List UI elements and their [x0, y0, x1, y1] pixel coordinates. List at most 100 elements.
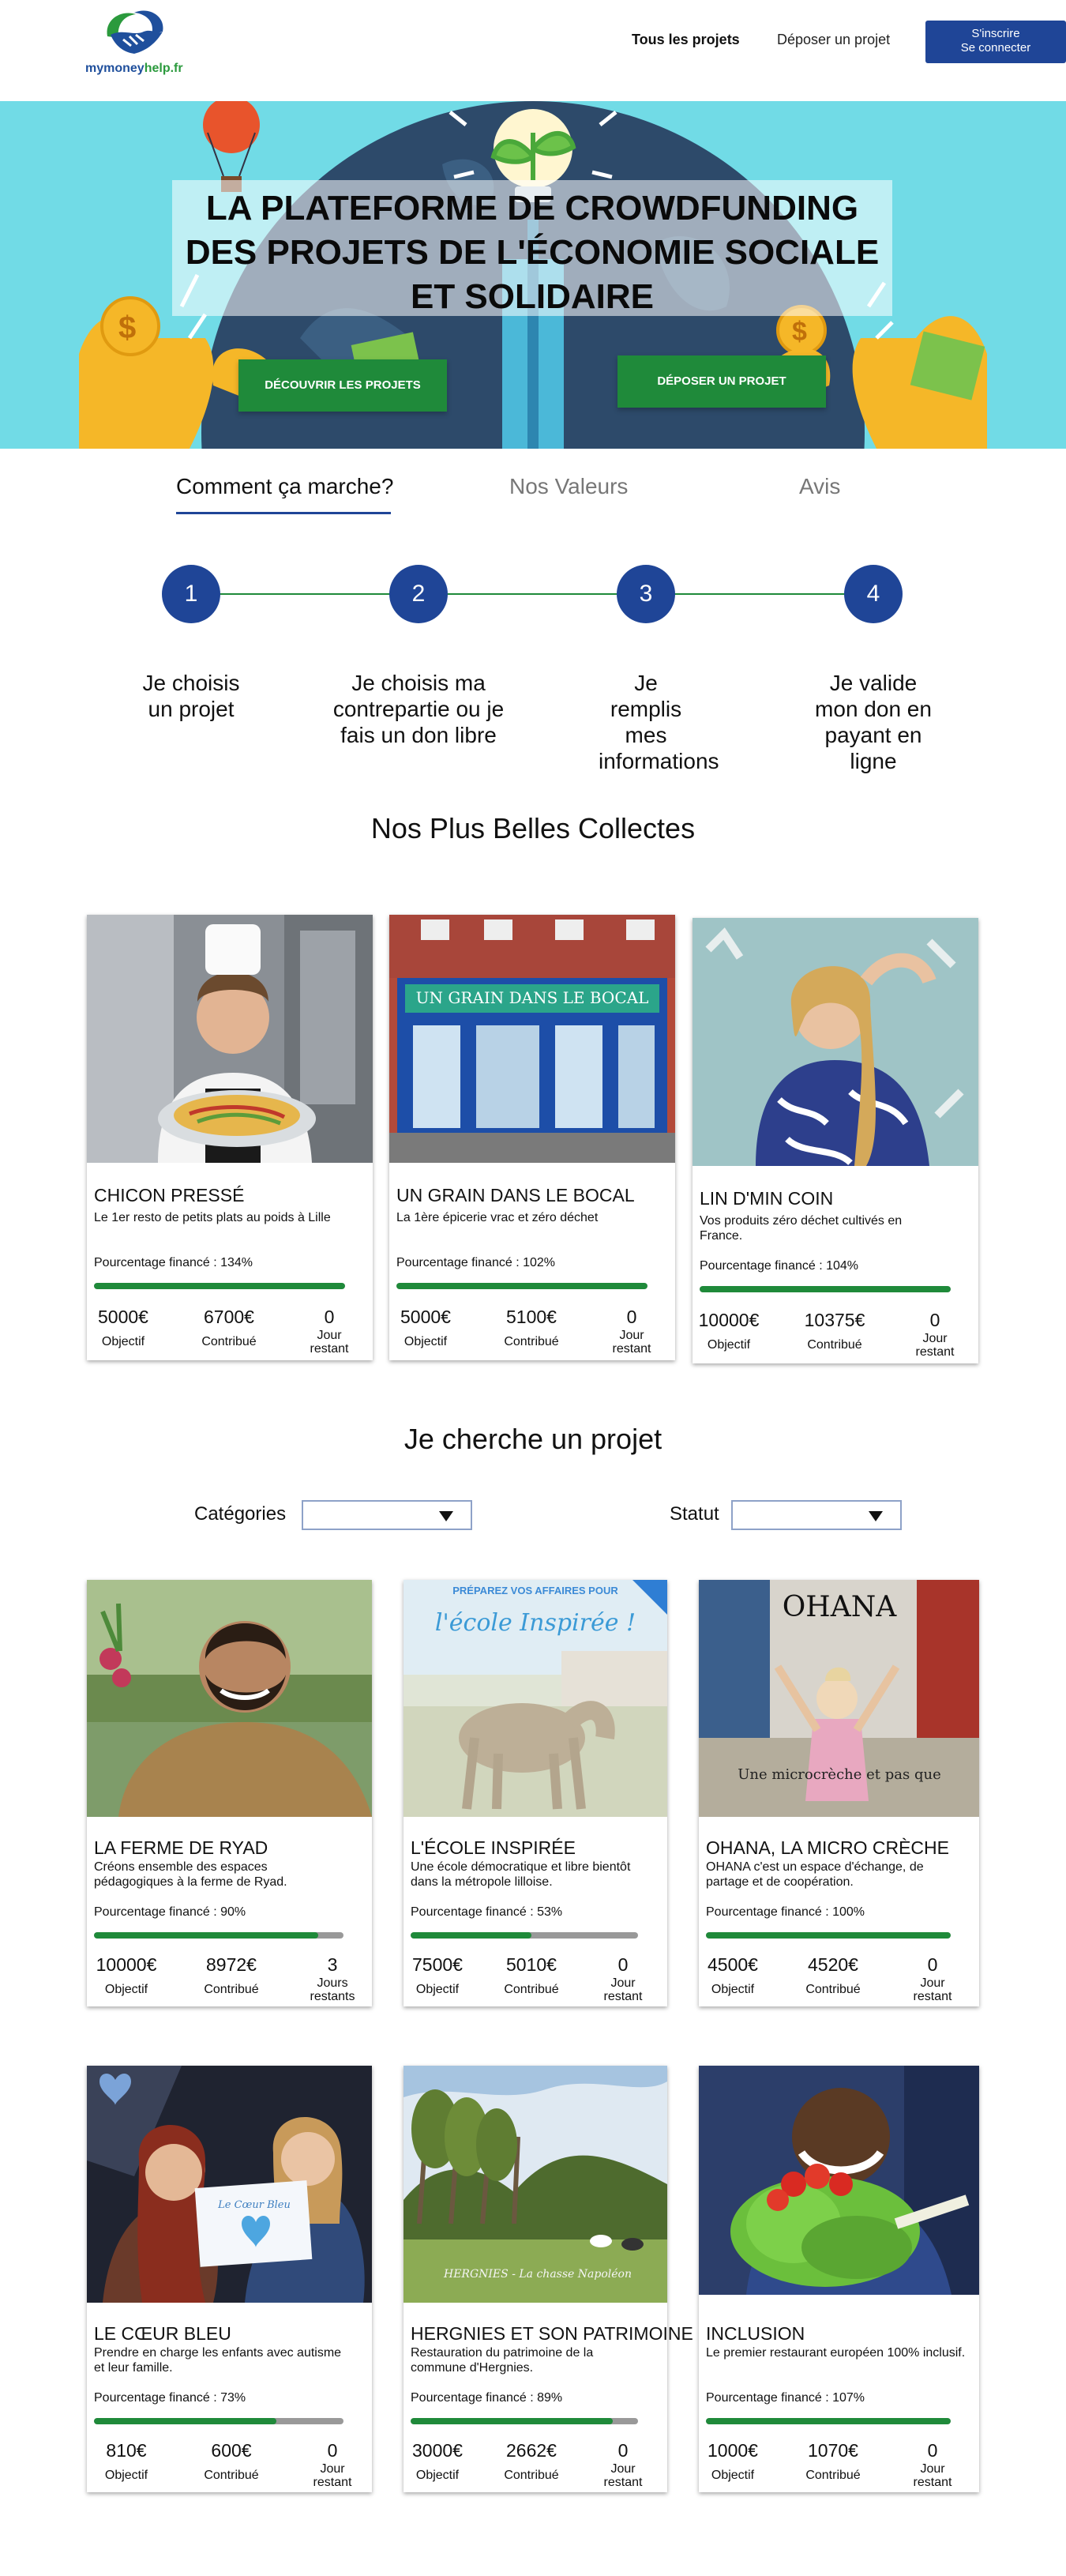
project-image	[87, 915, 373, 1163]
funding-progress-bar	[411, 2418, 638, 2424]
goal-label: Objectif	[104, 2469, 148, 2482]
goal-label: Objectif	[415, 1983, 460, 1996]
days-left-value: 0	[617, 1954, 629, 1975]
project-title: HERGNIES ET SON PATRIMOINE	[411, 2323, 693, 2344]
project-description: Prendre en charge les enfants avec autis…	[94, 2346, 342, 2375]
contributed-label: Contribué	[805, 1983, 861, 1996]
project-title: CHICON PRESSÉ	[94, 1185, 245, 1205]
days-left-value: 0	[327, 2440, 338, 2461]
project-card[interactable]: INCLUSION Le premier restaurant européen…	[699, 2066, 979, 2492]
goal-label: Objectif	[104, 1983, 148, 1996]
project-card[interactable]: OHANA Une microcrèche et pas que OHANA, …	[699, 1580, 979, 2006]
site-header: mymoneyhelp.fr Tous les projets Déposer …	[0, 0, 1066, 101]
project-title: L'ÉCOLE INSPIRÉE	[411, 1837, 576, 1858]
goal-value: 5000€	[98, 1307, 148, 1327]
project-description: Le premier restaurant européen 100% incl…	[706, 2346, 966, 2360]
project-card[interactable]: LIN D'MIN COIN Vos produits zéro déchet …	[693, 918, 978, 1363]
funding-progress-bar	[396, 1283, 647, 1289]
signup-login-button[interactable]: S'inscrire Se connecter	[925, 21, 1066, 63]
project-description: Vos produits zéro déchet cultivés en Fra…	[700, 1214, 903, 1243]
categories-select[interactable]	[302, 1500, 472, 1530]
contributed-label: Contribué	[504, 2469, 559, 2482]
funding-progress-fill	[94, 1283, 345, 1289]
status-label: Statut	[670, 1503, 719, 1525]
site-logo[interactable]: mymoneyhelp.fr	[85, 8, 188, 81]
goal-value: 7500€	[412, 1954, 463, 1975]
discover-projects-button[interactable]: DÉCOUVRIR LES PROJETS	[238, 359, 447, 412]
goal-value: 10000€	[698, 1310, 760, 1330]
funding-progress-fill	[700, 1286, 951, 1292]
project-description: Le 1er resto de petits plats au poids à …	[94, 1211, 331, 1224]
days-left-value: 0	[927, 1954, 938, 1975]
contributed-value: 600€	[211, 2440, 252, 2461]
contributed-value: 1070€	[808, 2440, 858, 2461]
nav-all-projects[interactable]: Tous les projets	[632, 32, 740, 48]
project-card[interactable]: UN GRAIN DANS LE BOCAL UN GRAIN DANS LE …	[389, 915, 675, 1360]
deposit-project-button[interactable]: DÉPOSER UN PROJET	[617, 355, 826, 408]
days-left-value: 0	[617, 2440, 629, 2461]
days-left-label: Jour restant	[913, 1976, 952, 2003]
contributed-value: 10375€	[804, 1310, 865, 1330]
svg-text:$: $	[118, 310, 136, 345]
contributed-label: Contribué	[204, 2469, 259, 2482]
funding-progress-bar	[700, 1286, 951, 1292]
card-caption: Le Cœur Bleu	[217, 2199, 291, 2211]
funding-progress-fill	[94, 1932, 319, 1939]
steps-connector-line	[191, 593, 873, 595]
project-card[interactable]: PRÉPAREZ VOS AFFAIRES POUR l'école Inspi…	[404, 1580, 667, 2006]
funding-percent-label: Pourcentage financé : 102%	[396, 1256, 556, 1269]
goal-label: Objectif	[711, 2469, 755, 2482]
goal-value: 5000€	[400, 1307, 451, 1327]
project-card[interactable]: Le Cœur Bleu LE CŒUR BLEU Prendre en cha…	[87, 2066, 372, 2492]
tab-reviews[interactable]: Avis	[799, 474, 840, 499]
goal-value: 3000€	[412, 2440, 463, 2461]
search-projects-title: Je cherche un projet	[404, 1423, 662, 1455]
project-description: OHANA c'est un espace d'échange, de part…	[706, 1860, 924, 1889]
nav-deposit-project[interactable]: Déposer un projet	[777, 32, 890, 48]
step-text: Je choisis un projet	[142, 671, 240, 721]
days-left-label: Jour restant	[310, 1329, 349, 1356]
days-left-value: 0	[927, 2440, 938, 2461]
funding-progress-bar	[94, 1283, 345, 1289]
funding-percent-label: Pourcentage financé : 107%	[706, 2391, 865, 2405]
goal-label: Objectif	[404, 1335, 448, 1348]
goal-label: Objectif	[415, 2469, 460, 2482]
handshake-logo-icon	[107, 10, 163, 54]
hero-banner: $ $ LA PLATEFORME DE CROWDFUNDING DES PR…	[0, 101, 1066, 449]
tab-how-it-works[interactable]: Comment ça marche?	[176, 474, 393, 499]
poster-caption-main: l'école Inspirée !	[435, 1609, 636, 1637]
project-title: LIN D'MIN COIN	[700, 1188, 834, 1209]
project-image	[693, 918, 978, 1166]
project-description: Une école démocratique et libre bientôt …	[411, 1860, 631, 1889]
project-card[interactable]: LA FERME DE RYAD Créons ensemble des esp…	[87, 1580, 372, 2006]
project-image	[87, 1580, 372, 1817]
dropdown-arrow-icon	[869, 1511, 883, 1521]
contributed-label: Contribué	[805, 2469, 861, 2482]
days-left-value: 0	[929, 1310, 940, 1330]
poster-caption-top: OHANA	[783, 1591, 897, 1623]
project-image: HERGNIES - La chasse Napoléon	[404, 2066, 667, 2303]
step-number: 3	[617, 565, 675, 623]
contributed-label: Contribué	[201, 1335, 257, 1348]
step-number: 1	[162, 565, 220, 623]
project-card[interactable]: HERGNIES - La chasse Napoléon HERGNIES E…	[404, 2066, 693, 2492]
hero-title: LA PLATEFORME DE CROWDFUNDING DES PROJET…	[185, 189, 880, 316]
step-text: Je valide mon don en payant en ligne	[815, 671, 932, 773]
active-tab-underline	[176, 512, 391, 514]
funding-progress-fill	[411, 1932, 531, 1939]
login-label: Se connecter	[960, 41, 1031, 55]
project-card[interactable]: CHICON PRESSÉ Le 1er resto de petits pla…	[87, 915, 373, 1360]
funding-progress-fill	[396, 1283, 647, 1289]
tab-our-values[interactable]: Nos Valeurs	[509, 474, 628, 499]
project-title: LE CŒUR BLEU	[94, 2323, 231, 2344]
project-description: La 1ère épicerie vrac et zéro déchet	[396, 1211, 599, 1224]
project-image: PRÉPAREZ VOS AFFAIRES POUR l'école Inspi…	[404, 1580, 667, 1817]
step-number: 4	[844, 565, 903, 623]
contributed-value: 2662€	[506, 2440, 557, 2461]
funding-percent-label: Pourcentage financé : 73%	[94, 2391, 246, 2405]
dropdown-arrow-icon	[439, 1511, 453, 1521]
step-number: 2	[389, 565, 448, 623]
funding-progress-bar	[94, 2418, 343, 2424]
status-select[interactable]	[731, 1500, 902, 1530]
shop-sign-text: UN GRAIN DANS LE BOCAL	[416, 988, 649, 1007]
